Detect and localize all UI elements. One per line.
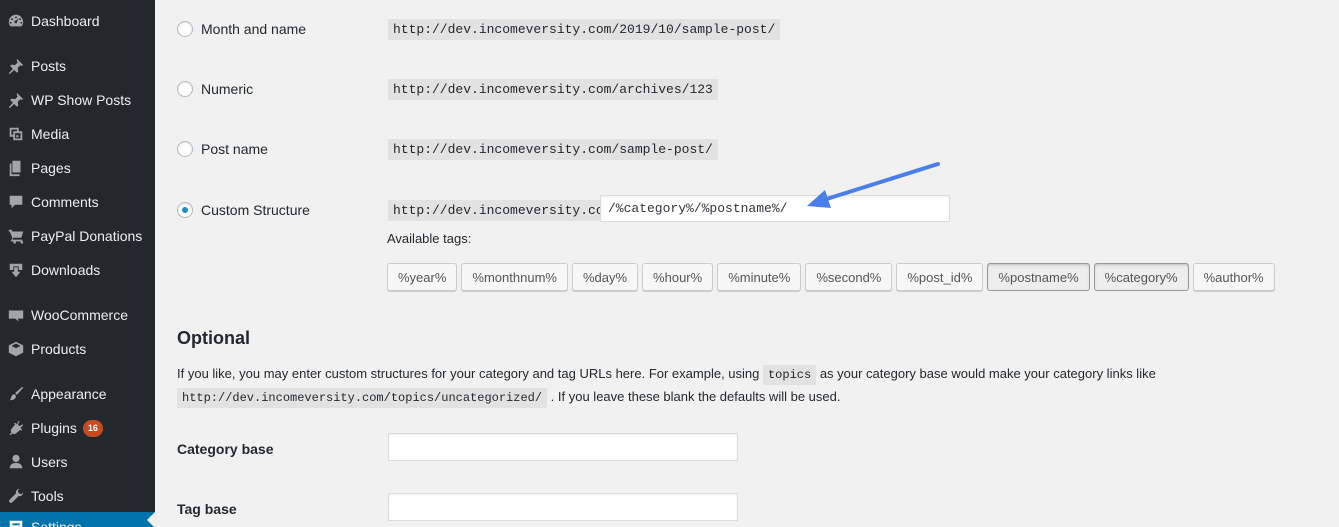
option-label: Numeric [201,81,254,97]
tag-monthnum-button[interactable]: %monthnum% [461,263,568,291]
sidebar-item-plugins[interactable]: Plugins 16 [0,413,155,443]
sidebar-item-pages[interactable]: Pages [0,153,155,183]
available-tags-label: Available tags: [387,231,472,246]
dashboard-icon [0,12,31,30]
sidebar-item-dashboard[interactable]: Dashboard [0,6,155,36]
category-base-input[interactable] [388,433,738,461]
wrench-icon [0,487,31,505]
tag-base-label: Tag base [177,501,237,517]
sidebar-item-products[interactable]: Products [0,334,155,364]
radio-post-name[interactable] [177,141,193,157]
sidebar-item-label: Dashboard [31,13,100,29]
permalink-option-custom-structure[interactable]: Custom Structure [177,198,310,222]
sidebar-item-wp-show-posts[interactable]: WP Show Posts [0,85,155,115]
available-tags-list: %year% %monthnum% %day% %hour% %minute% … [387,263,1275,291]
sidebar-item-label: Tools [31,488,64,504]
desc-text-2: as your category base would make your ca… [816,366,1156,381]
brush-icon [0,385,31,403]
settings-icon [0,518,31,527]
desc-code-example-url: http://dev.incomeversity.com/topics/unca… [177,388,548,408]
sidebar-item-label: Posts [31,58,67,74]
sidebar-item-posts[interactable]: Posts [0,51,155,81]
tag-postname-button[interactable]: %postname% [987,263,1090,291]
radio-custom-structure[interactable] [177,202,193,218]
admin-sidebar: Dashboard Posts WP Show Posts Media Page… [0,0,155,527]
tag-day-button[interactable]: %day% [571,263,639,291]
download-icon [0,261,31,279]
woo-icon [0,306,31,324]
sidebar-item-tools[interactable]: Tools [0,481,155,511]
tag-year-button[interactable]: %year% [387,263,458,291]
sidebar-item-users[interactable]: Users [0,447,155,477]
current-menu-notch [147,512,155,527]
desc-text-3: . If you leave these blank the defaults … [547,389,841,404]
sidebar-item-comments[interactable]: Comments [0,187,155,217]
tag-second-button[interactable]: %second% [805,263,893,291]
permalink-option-post-name[interactable]: Post name [177,137,268,161]
desc-text-1: If you like, you may enter custom struct… [177,366,763,381]
media-icon [0,125,31,143]
custom-structure-base-url: http://dev.incomeversity.com [388,200,617,221]
optional-section-title: Optional [177,328,250,348]
example-url-numeric: http://dev.incomeversity.com/archives/12… [388,79,718,100]
example-url-post-name: http://dev.incomeversity.com/sample-post… [388,139,718,160]
sidebar-item-label: Pages [31,160,71,176]
sidebar-item-downloads[interactable]: Downloads [0,255,155,285]
pages-icon [0,159,31,177]
example-url-month-and-name: http://dev.incomeversity.com/2019/10/sam… [388,19,781,40]
tag-category-button[interactable]: %category% [1093,263,1189,291]
tag-post-id-button[interactable]: %post_id% [896,263,984,291]
sidebar-item-label: WP Show Posts [31,92,132,108]
desc-code-topics: topics [762,365,817,385]
sidebar-item-label: Downloads [31,262,101,278]
sidebar-item-label: Comments [31,194,99,210]
sidebar-item-label: Settings [31,519,82,527]
option-label: Custom Structure [201,202,310,218]
user-icon [0,453,31,471]
tag-minute-button[interactable]: %minute% [717,263,802,291]
tag-hour-button[interactable]: %hour% [642,263,714,291]
sidebar-item-label: WooCommerce [31,307,128,323]
radio-month-and-name[interactable] [177,21,193,37]
tag-author-button[interactable]: %author% [1192,263,1275,291]
sidebar-item-media[interactable]: Media [0,119,155,149]
annotation-arrow-icon [807,162,940,208]
sidebar-item-label: Appearance [31,386,107,402]
permalink-settings-main: Month and name http://dev.incomeversity.… [155,0,1339,527]
sidebar-item-label: Users [31,454,68,470]
option-label: Post name [201,141,268,157]
sidebar-item-woocommerce[interactable]: WooCommerce [0,300,155,330]
optional-description: If you like, you may enter custom struct… [177,363,1277,409]
sidebar-item-appearance[interactable]: Appearance [0,379,155,409]
sidebar-item-label: Media [31,126,70,142]
category-base-label: Category base [177,441,274,457]
sidebar-item-label: Plugins [31,420,77,436]
pushpin-icon [0,91,31,109]
pushpin-icon [0,57,31,75]
tag-base-input[interactable] [388,493,738,521]
sidebar-item-settings[interactable]: Settings [0,512,155,527]
archive-icon [0,340,31,358]
option-label: Month and name [201,21,307,37]
sidebar-item-label: PayPal Donations [31,228,143,244]
permalink-option-month-and-name[interactable]: Month and name [177,17,306,41]
permalink-option-numeric[interactable]: Numeric [177,77,253,101]
cart-icon [0,227,31,245]
plugin-update-badge: 16 [82,419,103,437]
sidebar-item-paypal-donations[interactable]: PayPal Donations [0,221,155,251]
sidebar-item-label: Products [31,341,87,357]
plugin-icon [0,419,31,437]
comment-icon [0,193,31,211]
radio-numeric[interactable] [177,81,193,97]
